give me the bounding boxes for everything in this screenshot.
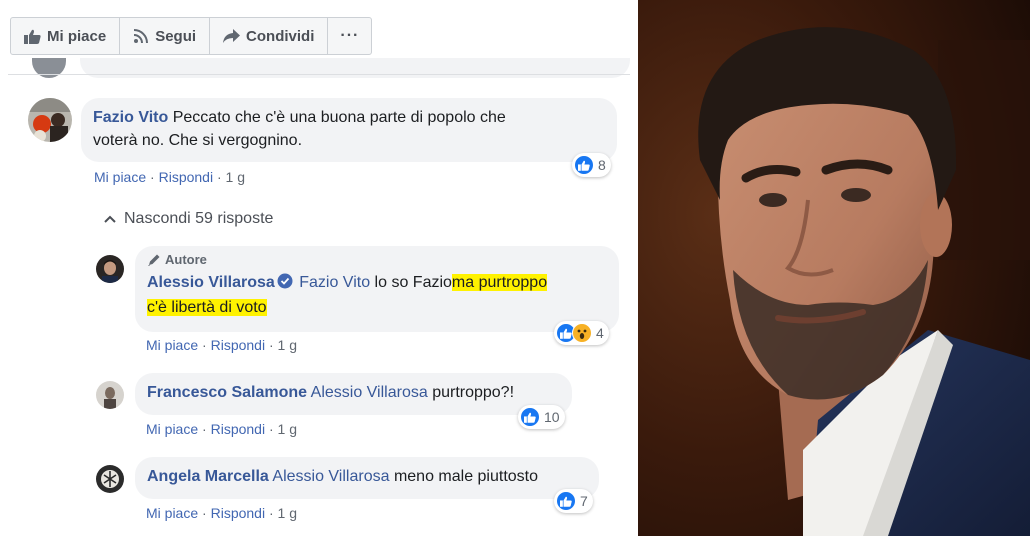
like-icon xyxy=(520,407,540,427)
reply-timestamp[interactable]: 1 g xyxy=(278,337,297,353)
comment-actions: Mi piace · Rispondi · 1 g xyxy=(94,169,245,185)
avatar-francesco-salamone[interactable] xyxy=(96,381,124,409)
reaction-summary[interactable]: 8 xyxy=(572,153,611,177)
reply-bubble-angela-marcella: Angela Marcella Alessio Villarosa meno m… xyxy=(135,457,599,499)
follow-button-label: Segui xyxy=(155,27,197,45)
reply-reply-link[interactable]: Rispondi xyxy=(211,337,265,353)
reply-actions: Mi piace · Rispondi · 1 g xyxy=(146,505,297,521)
comment-text-line2: voterà no. Che si vergognino. xyxy=(93,132,303,149)
post-action-bar: Mi piace Segui Condividi ··· xyxy=(10,17,373,55)
avatar-angela-marcella[interactable] xyxy=(96,465,124,493)
reply-author[interactable]: Angela Marcella xyxy=(147,468,269,485)
rss-icon xyxy=(134,29,149,44)
reply-like-link[interactable]: Mi piace xyxy=(146,505,198,521)
follow-button[interactable]: Segui xyxy=(119,17,211,55)
thumbs-up-icon xyxy=(24,29,41,44)
avatar-alessio-villarosa[interactable] xyxy=(96,255,124,283)
reply-author[interactable]: Francesco Salamone xyxy=(147,384,307,401)
reaction-count: 10 xyxy=(544,409,560,425)
comment-text-line1: Peccato che c'è una buona parte di popol… xyxy=(172,109,506,126)
like-button-label: Mi piace xyxy=(47,27,107,45)
comment-bubble-fazio-vito: Fazio Vito Peccato che c'è una buona par… xyxy=(81,98,617,162)
reply-bubble-francesco-salamone: Francesco Salamone Alessio Villarosa pur… xyxy=(135,373,572,415)
reply-actions: Mi piace · Rispondi · 1 g xyxy=(146,337,297,353)
reply-mention[interactable]: Alessio Villarosa xyxy=(272,468,389,485)
portrait-photo xyxy=(638,0,1030,536)
reaction-count: 8 xyxy=(598,157,606,173)
verified-badge-icon xyxy=(277,273,293,296)
comment-reply-link[interactable]: Rispondi xyxy=(159,169,213,185)
highlighted-text-2: c'è libertà di voto xyxy=(147,299,267,316)
more-options-icon: ··· xyxy=(340,27,360,44)
reply-bubble-alessio-villarosa: Autore Alessio Villarosa Fazio Vito lo s… xyxy=(135,246,619,332)
reply-timestamp[interactable]: 1 g xyxy=(278,421,297,437)
reaction-count: 7 xyxy=(580,493,588,509)
reply-reply-link[interactable]: Rispondi xyxy=(211,505,265,521)
comment-author[interactable]: Fazio Vito xyxy=(93,109,168,126)
share-arrow-icon xyxy=(223,28,241,43)
author-badge: Autore xyxy=(147,252,607,268)
previous-comment-bubble xyxy=(80,58,630,78)
reply-timestamp[interactable]: 1 g xyxy=(278,505,297,521)
reply-reply-link[interactable]: Rispondi xyxy=(211,421,265,437)
divider xyxy=(8,74,630,75)
reaction-summary[interactable]: 10 xyxy=(518,405,565,429)
reaction-count: 4 xyxy=(596,325,604,341)
more-options-button[interactable]: ··· xyxy=(327,17,373,55)
pencil-icon xyxy=(148,254,160,266)
reply-mention[interactable]: Fazio Vito xyxy=(299,274,370,291)
reply-like-link[interactable]: Mi piace xyxy=(146,421,198,437)
author-badge-label: Autore xyxy=(165,252,207,267)
share-button-label: Condividi xyxy=(246,27,315,45)
like-icon xyxy=(574,155,594,175)
reply-mention[interactable]: Alessio Villarosa xyxy=(311,384,428,401)
hide-replies-toggle[interactable]: Nascondi 59 risposte xyxy=(104,210,273,228)
highlighted-text-1: ma purtroppo xyxy=(451,274,548,291)
reply-text: meno male piuttosto xyxy=(393,468,539,485)
reaction-summary[interactable]: 4 xyxy=(554,321,609,345)
facebook-comments-panel: Mi piace Segui Condividi ··· Fazio Vito … xyxy=(0,0,635,536)
reaction-summary[interactable]: 7 xyxy=(554,489,593,513)
reply-text: lo so Fazio xyxy=(374,274,452,291)
chevron-up-icon xyxy=(104,215,116,223)
avatar-fazio-vito[interactable] xyxy=(28,98,72,142)
like-button[interactable]: Mi piace xyxy=(10,17,121,55)
comment-timestamp[interactable]: 1 g xyxy=(226,169,245,185)
share-button[interactable]: Condividi xyxy=(209,17,329,55)
hide-replies-label: Nascondi 59 risposte xyxy=(124,210,274,227)
wow-icon xyxy=(572,323,592,343)
reply-like-link[interactable]: Mi piace xyxy=(146,337,198,353)
comment-like-link[interactable]: Mi piace xyxy=(94,169,146,185)
reply-actions: Mi piace · Rispondi · 1 g xyxy=(146,421,297,437)
reply-author[interactable]: Alessio Villarosa xyxy=(147,274,275,291)
reply-text: purtroppo?! xyxy=(432,384,515,401)
previous-comment-avatar xyxy=(32,58,66,78)
like-icon xyxy=(556,491,576,511)
